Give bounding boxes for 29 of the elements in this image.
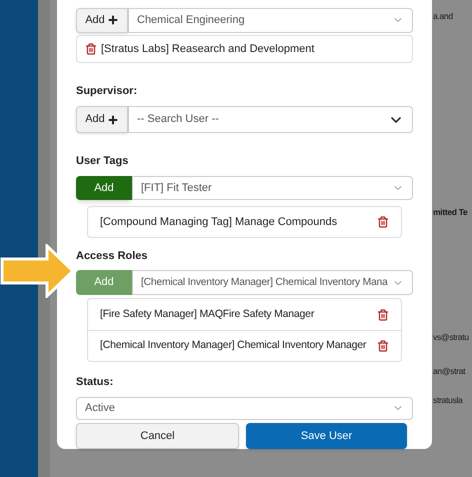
- add-button[interactable]: Add: [76, 106, 128, 134]
- cancel-button[interactable]: Cancel: [76, 423, 239, 449]
- department-item: [Stratus Labs] Reasearch and Development: [101, 42, 314, 57]
- field-label: Supervisor:: [76, 84, 138, 100]
- trash-icon: [377, 340, 389, 352]
- add-button[interactable]: Add: [76, 176, 132, 200]
- add-button[interactable]: Add: [76, 8, 128, 33]
- role-item: [Chemical Inventory Manager] Chemical Inventory Manager: [100, 338, 366, 354]
- select-field[interactable]: Active: [76, 396, 413, 420]
- select-field[interactable]: [FIT] Fit Tester: [132, 176, 413, 200]
- tag-item: [Compound Managing Tag] Manage Compounds: [100, 214, 338, 230]
- field-label: Access Roles: [76, 248, 149, 264]
- trash-icon: [85, 43, 97, 56]
- select-field[interactable]: -- Search User --: [128, 106, 413, 134]
- trash-icon: [377, 216, 389, 228]
- table-cell-text: a.and: [433, 10, 454, 23]
- save-button[interactable]: Save User: [246, 423, 407, 449]
- trash-icon: [377, 308, 389, 320]
- select-field[interactable]: [Chemical Inventory Manager] Chemical Inventory Mana: [132, 270, 413, 295]
- plus-icon: [106, 114, 119, 126]
- table-cell-text: vs@stratu: [433, 330, 470, 344]
- table-cell-text: an@strat: [433, 365, 466, 378]
- field-label: User Tags: [76, 154, 130, 170]
- field-label: Status:: [76, 375, 114, 390]
- column-header: mitted Te: [433, 206, 468, 218]
- table-cell-text: stratusla: [433, 394, 464, 407]
- select-field[interactable]: Chemical Engineering: [128, 8, 413, 33]
- plus-icon: [106, 14, 119, 26]
- role-item: [Fire Safety Manager] MAQFire Safety Manager: [100, 306, 314, 322]
